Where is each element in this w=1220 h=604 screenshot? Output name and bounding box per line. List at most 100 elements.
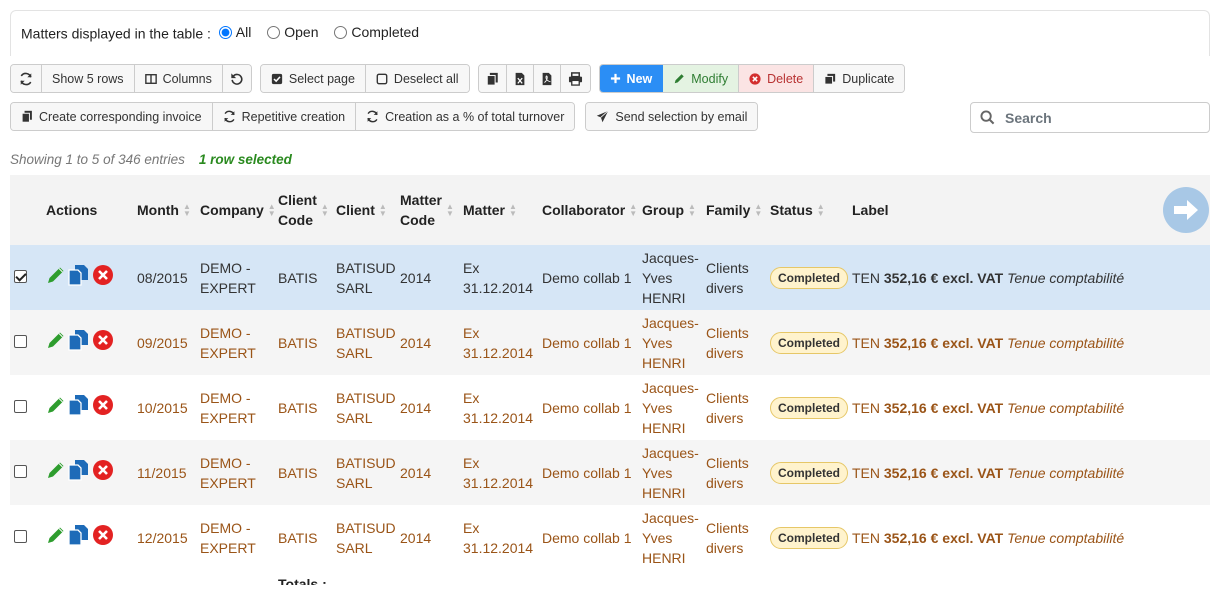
row-checkbox[interactable] bbox=[14, 464, 27, 478]
excel-button[interactable] bbox=[506, 65, 534, 92]
cell-company-line2: EXPERT bbox=[200, 539, 256, 556]
label-description: Tenue comptabilité bbox=[1007, 464, 1125, 481]
row-delete-button[interactable] bbox=[92, 394, 114, 421]
cell-client-code: BATIS bbox=[278, 334, 318, 351]
row-duplicate-button[interactable] bbox=[68, 459, 90, 486]
row-delete-button[interactable] bbox=[92, 329, 114, 356]
header-label-label: Label bbox=[852, 202, 889, 218]
row-duplicate-button[interactable] bbox=[68, 394, 90, 421]
row-duplicate-button[interactable] bbox=[68, 264, 90, 291]
table-row[interactable]: 10/2015 DEMO - EXPERT BATIS BATISUD SARL 2014 E… bbox=[10, 375, 1210, 440]
repetitive-creation-button[interactable]: Repetitive creation bbox=[212, 103, 357, 130]
header-matter[interactable]: Matter ▲ ▼ bbox=[459, 175, 538, 245]
totals-label: Totals : bbox=[278, 576, 327, 585]
row-checkbox[interactable] bbox=[14, 529, 27, 543]
cell-group-line3: HENRI bbox=[642, 484, 686, 501]
header-matter-code-label: Matter Code bbox=[400, 190, 442, 230]
header-matter-label: Matter bbox=[463, 202, 506, 218]
label-amount: 352,16 € excl. VAT bbox=[883, 399, 1004, 416]
row-modify-button[interactable] bbox=[46, 525, 66, 550]
pdf-button[interactable] bbox=[533, 65, 561, 92]
header-family[interactable]: Family ▲ ▼ bbox=[702, 175, 766, 245]
header-label[interactable]: Label bbox=[848, 175, 1210, 245]
duplicate-button[interactable]: Duplicate bbox=[814, 65, 905, 92]
row-modify-button[interactable] bbox=[46, 460, 66, 485]
copy-icon bbox=[486, 72, 498, 86]
row-delete-button[interactable] bbox=[92, 264, 114, 291]
filter-option-all[interactable]: All bbox=[215, 24, 251, 40]
create-invoice-label: Create corresponding invoice bbox=[39, 109, 202, 124]
cell-family-line2: divers bbox=[706, 279, 744, 296]
row-checkbox[interactable] bbox=[14, 334, 27, 348]
header-matter-code[interactable]: Matter Code ▲ ▼ bbox=[396, 175, 459, 245]
header-company[interactable]: Company ▲ ▼ bbox=[196, 175, 276, 245]
plus-icon bbox=[610, 73, 620, 84]
row-modify-button[interactable] bbox=[46, 330, 66, 355]
repetitive-creation-label: Repetitive creation bbox=[241, 109, 346, 124]
print-button[interactable] bbox=[560, 65, 590, 92]
refresh-button[interactable] bbox=[11, 65, 42, 92]
row-duplicate-button[interactable] bbox=[68, 524, 90, 551]
deselect-all-button[interactable]: Deselect all bbox=[365, 65, 469, 92]
label-amount: 352,16 € excl. VAT bbox=[883, 334, 1004, 351]
row-modify-button[interactable] bbox=[46, 395, 66, 420]
send-email-button[interactable]: Send selection by email bbox=[586, 103, 758, 130]
table-row[interactable]: 09/2015 DEMO - EXPERT BATIS BATISUD SARL 2014 E… bbox=[10, 310, 1210, 375]
modify-button[interactable]: Modify bbox=[663, 65, 740, 92]
delete-button[interactable]: Delete bbox=[739, 65, 815, 92]
cell-client-line1: BATISUD bbox=[336, 519, 396, 536]
cell-matter-code: 2014 bbox=[400, 529, 432, 546]
cell-collaborator: Demo collab 1 bbox=[542, 464, 632, 481]
cell-matter-line2: 31.12.2014 bbox=[463, 344, 534, 361]
table-row[interactable]: 11/2015 DEMO - EXPERT BATIS BATISUD SARL 2014 E… bbox=[10, 440, 1210, 505]
sort-icon: ▲ ▼ bbox=[320, 202, 329, 218]
table-row[interactable]: 12/2015 DEMO - EXPERT BATIS BATISUD SARL 2014 E… bbox=[10, 505, 1210, 570]
filter-radio-completed[interactable] bbox=[334, 25, 348, 39]
cell-group-line1: Jacques- bbox=[642, 509, 699, 526]
header-collaborator[interactable]: Collaborator ▲ ▼ bbox=[538, 175, 638, 245]
table-view-group: Show 5 rows Columns bbox=[10, 64, 252, 93]
row-checkbox[interactable] bbox=[14, 399, 27, 413]
pencil-icon bbox=[48, 397, 64, 413]
row-delete-button[interactable] bbox=[92, 459, 114, 486]
filter-radio-open[interactable] bbox=[267, 25, 281, 39]
header-client-label: Client bbox=[336, 202, 375, 218]
cell-family-line2: divers bbox=[706, 344, 744, 361]
header-client-code[interactable]: Client Code ▲ ▼ bbox=[274, 175, 332, 245]
cell-group-line2: Yves bbox=[642, 529, 673, 546]
cell-client-code: BATIS bbox=[278, 529, 318, 546]
creation-percent-button[interactable]: Creation as a % of total turnover bbox=[356, 103, 575, 130]
create-invoice-button[interactable]: Create corresponding invoice bbox=[11, 103, 213, 130]
row-duplicate-button[interactable] bbox=[68, 329, 90, 356]
row-checkbox[interactable] bbox=[14, 269, 27, 283]
cell-family-line1: Clients bbox=[706, 519, 749, 536]
cell-family-line1: Clients bbox=[706, 454, 749, 471]
cell-matter-line2: 31.12.2014 bbox=[463, 539, 534, 556]
filter-option-open[interactable]: Open bbox=[263, 24, 318, 40]
scroll-right-button[interactable] bbox=[1163, 187, 1209, 233]
show-rows-button[interactable]: Show 5 rows bbox=[42, 65, 135, 92]
filter-radio-all[interactable] bbox=[218, 25, 232, 39]
cell-client-line2: SARL bbox=[336, 279, 373, 296]
copy-button[interactable] bbox=[478, 65, 507, 92]
header-month[interactable]: Month ▲ ▼ bbox=[133, 175, 196, 245]
select-page-button[interactable]: Select page bbox=[260, 65, 366, 92]
new-button[interactable]: New bbox=[599, 65, 664, 92]
row-delete-button[interactable] bbox=[92, 524, 114, 551]
duplicate-icon bbox=[68, 265, 88, 286]
header-group[interactable]: Group ▲ ▼ bbox=[638, 175, 702, 245]
table-row[interactable]: 08/2015 DEMO - EXPERT BATIS BATISUD SARL 2014 E… bbox=[10, 245, 1210, 310]
filter-option-completed[interactable]: Completed bbox=[330, 24, 419, 40]
square-icon bbox=[376, 73, 388, 84]
columns-button[interactable]: Columns bbox=[134, 65, 223, 92]
header-status[interactable]: Status ▲ ▼ bbox=[766, 175, 848, 245]
pencil-icon bbox=[48, 267, 64, 283]
sync-icon bbox=[223, 110, 235, 123]
cell-client-line1: BATISUD bbox=[336, 324, 396, 341]
header-client[interactable]: Client ▲ ▼ bbox=[332, 175, 396, 245]
search-input[interactable] bbox=[1003, 108, 1193, 127]
status-badge: Completed bbox=[770, 396, 849, 419]
columns-label: Columns bbox=[162, 71, 212, 86]
row-modify-button[interactable] bbox=[46, 265, 66, 290]
undo-button[interactable] bbox=[222, 65, 251, 92]
